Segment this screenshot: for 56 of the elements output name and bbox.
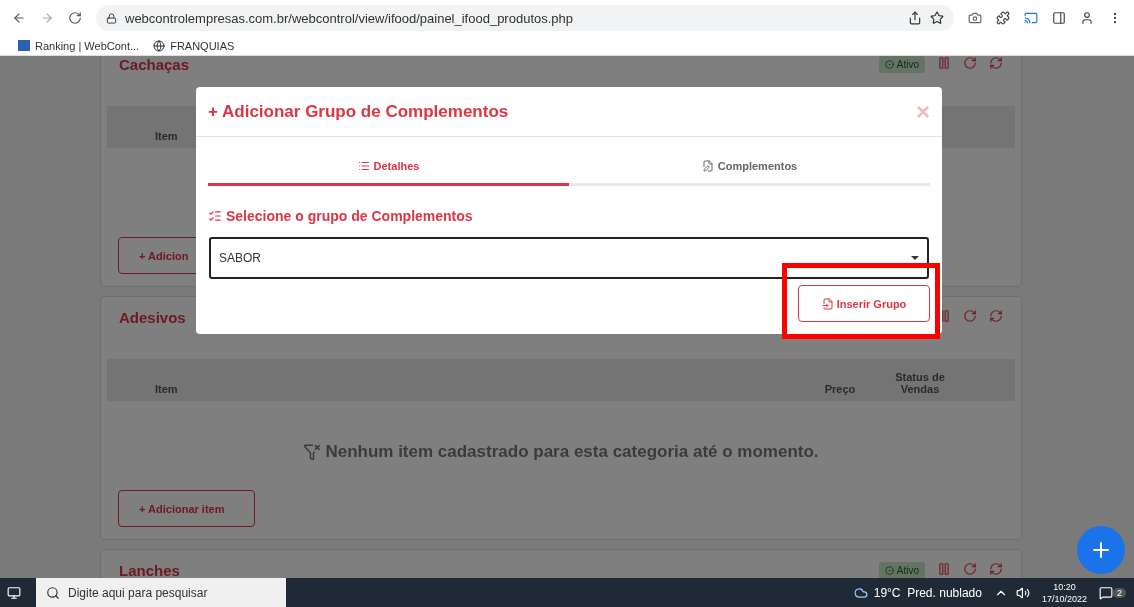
section-title: Selecione o grupo de Complementos bbox=[226, 208, 473, 224]
volume-icon bbox=[1015, 585, 1030, 600]
refresh-icon[interactable] bbox=[989, 562, 1003, 576]
bookmark[interactable]: FRANQUIAS bbox=[153, 39, 235, 52]
search-icon bbox=[46, 585, 60, 600]
list-icon bbox=[357, 160, 370, 172]
redo-icon[interactable] bbox=[963, 56, 977, 70]
taskbar-search-field[interactable]: Digite aqui para pesquisar bbox=[36, 578, 286, 607]
cast-icon bbox=[1024, 11, 1038, 25]
add-fab-button[interactable] bbox=[1077, 526, 1125, 574]
star-icon bbox=[930, 11, 944, 25]
status-badge: Ativo bbox=[878, 56, 925, 73]
empty-text: Nenhum item cadastrado para esta categoria até o momento. bbox=[325, 441, 819, 462]
column-header: Preço bbox=[823, 383, 857, 395]
clock[interactable]: 10:20 17/10/2022 bbox=[1041, 580, 1087, 605]
forward-icon[interactable] bbox=[40, 11, 54, 25]
back-icon[interactable] bbox=[12, 11, 26, 25]
bookmark[interactable]: Ranking | WebCont... bbox=[18, 39, 140, 52]
reload-icon[interactable] bbox=[68, 11, 82, 25]
checklist-icon bbox=[208, 209, 222, 223]
status-badge: Ativo bbox=[878, 562, 925, 578]
redo-icon[interactable] bbox=[963, 309, 977, 323]
notification-count: 2 bbox=[1113, 587, 1126, 598]
notification-icon bbox=[1099, 585, 1113, 600]
insert-group-button[interactable]: Inserir Grupo bbox=[798, 285, 930, 322]
camera-icon bbox=[968, 11, 982, 25]
globe-icon bbox=[153, 39, 166, 52]
url-text: webcontrolempresas.com.br/webcontrol/view/ifood/painel_ifood_produtos.php bbox=[125, 10, 574, 26]
column-header: Item bbox=[154, 383, 179, 395]
column-header: Item bbox=[154, 130, 179, 142]
site-logo-icon bbox=[18, 40, 30, 51]
share-icon bbox=[908, 11, 922, 25]
refresh-icon[interactable] bbox=[989, 309, 1003, 323]
column-header: Status de Vendas bbox=[894, 371, 946, 395]
address-bar[interactable]: webcontrolempresas.com.br/webcontrol/view/ifood/painel_ifood_produtos.php bbox=[96, 5, 954, 31]
tab[interactable]: Detalhes bbox=[208, 149, 569, 186]
tab[interactable]: Complementos bbox=[569, 149, 930, 186]
weather-text: 19°C Pred. nublado bbox=[873, 585, 982, 600]
refresh-icon[interactable] bbox=[989, 56, 1003, 70]
redo-icon[interactable] bbox=[963, 562, 977, 576]
modal-title: + Adicionar Grupo de Complementos bbox=[208, 101, 509, 122]
category-title: Cachaças bbox=[119, 56, 191, 73]
dot-icon bbox=[884, 60, 894, 69]
filter-off-icon bbox=[303, 442, 322, 461]
extensions-icon bbox=[996, 11, 1010, 25]
group-select[interactable]: SABOR bbox=[209, 237, 929, 279]
search-placeholder: Digite aqui para pesquisar bbox=[68, 585, 208, 600]
file-edit-icon bbox=[701, 160, 714, 172]
side-panel-icon bbox=[1052, 11, 1066, 25]
category-title: Adesivos bbox=[119, 309, 187, 326]
category-title: Lanches bbox=[119, 562, 181, 578]
file-import-icon bbox=[821, 297, 834, 310]
cloud-icon bbox=[853, 585, 868, 600]
lock-icon bbox=[106, 12, 117, 24]
profile-icon bbox=[1080, 11, 1094, 25]
dot-icon bbox=[884, 566, 894, 575]
